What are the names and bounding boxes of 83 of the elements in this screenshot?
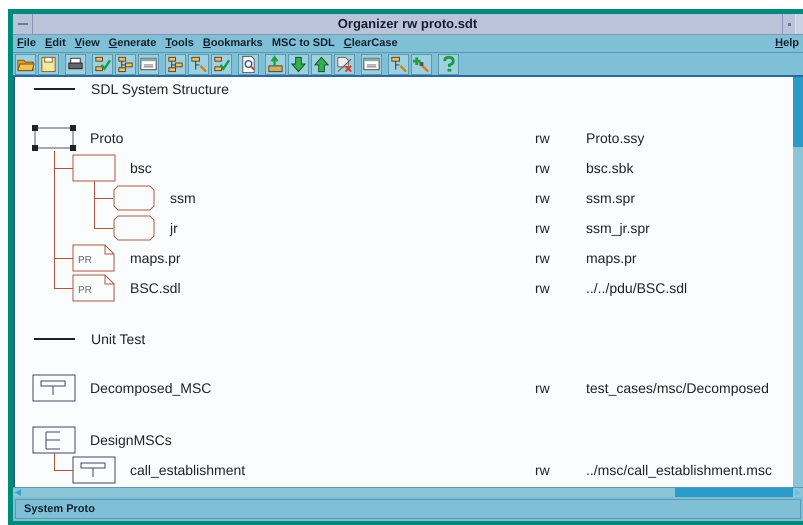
floppy-disk-button[interactable] — [38, 54, 59, 74]
flowchart-button[interactable] — [165, 54, 186, 74]
item-label[interactable]: bsc — [130, 158, 152, 178]
chart-group-icon[interactable] — [32, 426, 76, 454]
menu-item[interactable]: MSC to SDL — [272, 35, 335, 52]
flowchart-check-icon — [93, 54, 112, 74]
item-label[interactable]: Decomposed_MSC — [90, 378, 212, 398]
file-path: bsc.sbk — [586, 158, 634, 178]
access-mode: rw — [535, 188, 551, 208]
file-path: test_cases/msc/Decomposed — [586, 378, 769, 398]
item-label[interactable]: BSC.sdl — [130, 278, 181, 298]
arrow-up-button[interactable] — [311, 54, 332, 74]
access-mode: rw — [535, 158, 551, 178]
menu-item[interactable]: Bookmarks — [202, 35, 263, 52]
flowchart-check-button[interactable] — [211, 54, 232, 74]
menu-item[interactable]: Tools — [165, 35, 194, 52]
access-mode: rw — [535, 460, 551, 480]
flowchart-button[interactable] — [188, 54, 209, 74]
item-label[interactable]: jr — [170, 218, 178, 238]
menu-item[interactable]: View — [74, 35, 100, 52]
tray-arrow-icon — [266, 54, 285, 74]
dash-icon — [18, 22, 28, 26]
file-path: maps.pr — [586, 248, 637, 268]
file-path: Proto.ssy — [586, 128, 644, 148]
menu-item[interactable]: Generate — [108, 35, 156, 52]
item-label[interactable]: maps.pr — [130, 248, 181, 268]
file-path: ssm.spr — [586, 188, 635, 208]
file-path: ../msc/call_establishment.msc — [586, 460, 772, 480]
access-mode: rw — [535, 218, 551, 238]
printer-button[interactable] — [65, 54, 86, 74]
menu-item[interactable]: ClearCase — [344, 35, 398, 52]
item-label[interactable]: DesignMSCs — [90, 430, 172, 450]
pointer-plus-button[interactable] — [411, 54, 432, 74]
folder-button[interactable] — [15, 54, 36, 74]
horizontal-scrollbar[interactable] — [13, 487, 803, 497]
status-text: System Proto — [24, 502, 95, 517]
item-label[interactable]: ssm — [170, 188, 196, 208]
flowchart-icon — [189, 54, 208, 74]
process-shape-icon[interactable] — [114, 216, 154, 240]
tray-arrow-button[interactable] — [265, 54, 286, 74]
document-delete-icon — [335, 54, 354, 74]
arrow-up-icon — [312, 54, 331, 74]
page-icon[interactable] — [72, 274, 114, 302]
access-mode: rw — [535, 248, 551, 268]
file-type-label: PR — [78, 285, 92, 296]
scroll-thumb[interactable] — [675, 488, 793, 497]
section-heading: Unit Test — [91, 330, 146, 348]
file-path: ../../pdu/BSC.sdl — [586, 278, 688, 298]
pointer-icon — [389, 54, 408, 74]
section-rule-icon — [34, 88, 75, 90]
vertical-scrollbar[interactable] — [793, 77, 803, 487]
flowchart-check-icon — [212, 54, 231, 74]
arrow-down-button[interactable] — [288, 54, 309, 74]
document-delete-button[interactable] — [334, 54, 355, 74]
window-button[interactable] — [138, 54, 159, 74]
access-mode: rw — [535, 128, 551, 148]
section-heading: SDL System Structure — [91, 80, 229, 99]
flowchart-icon — [116, 54, 135, 74]
item-label[interactable]: call_establishment — [130, 460, 246, 480]
flowchart-icon — [166, 54, 185, 74]
access-mode: rw — [535, 278, 551, 298]
chart-box-icon[interactable] — [72, 456, 116, 484]
menu-item[interactable]: Edit — [44, 35, 66, 52]
window-button[interactable] — [361, 54, 382, 74]
connector-line — [54, 452, 74, 471]
process-shape-icon[interactable] — [114, 186, 154, 210]
page-icon[interactable] — [72, 244, 114, 272]
chart-box-icon[interactable] — [32, 374, 76, 402]
file-path: ssm_jr.spr — [586, 218, 650, 238]
flowchart-check-button[interactable] — [92, 54, 113, 74]
section-rule-icon — [34, 338, 75, 340]
block-box-icon[interactable] — [72, 154, 116, 182]
flowchart-button[interactable] — [115, 54, 136, 74]
window-title: Organizer rw proto.sdt — [336, 15, 478, 33]
menu-item[interactable]: File — [17, 35, 36, 52]
document-search-button[interactable] — [238, 54, 259, 74]
scroll-thumb[interactable] — [793, 77, 803, 147]
arrow-down-icon — [289, 54, 308, 74]
access-mode: rw — [535, 378, 551, 398]
menu-item[interactable]: Help — [775, 35, 799, 52]
file-type-label: PR — [78, 255, 92, 266]
item-label[interactable]: Proto — [90, 128, 124, 148]
pointer-button[interactable] — [388, 54, 409, 74]
